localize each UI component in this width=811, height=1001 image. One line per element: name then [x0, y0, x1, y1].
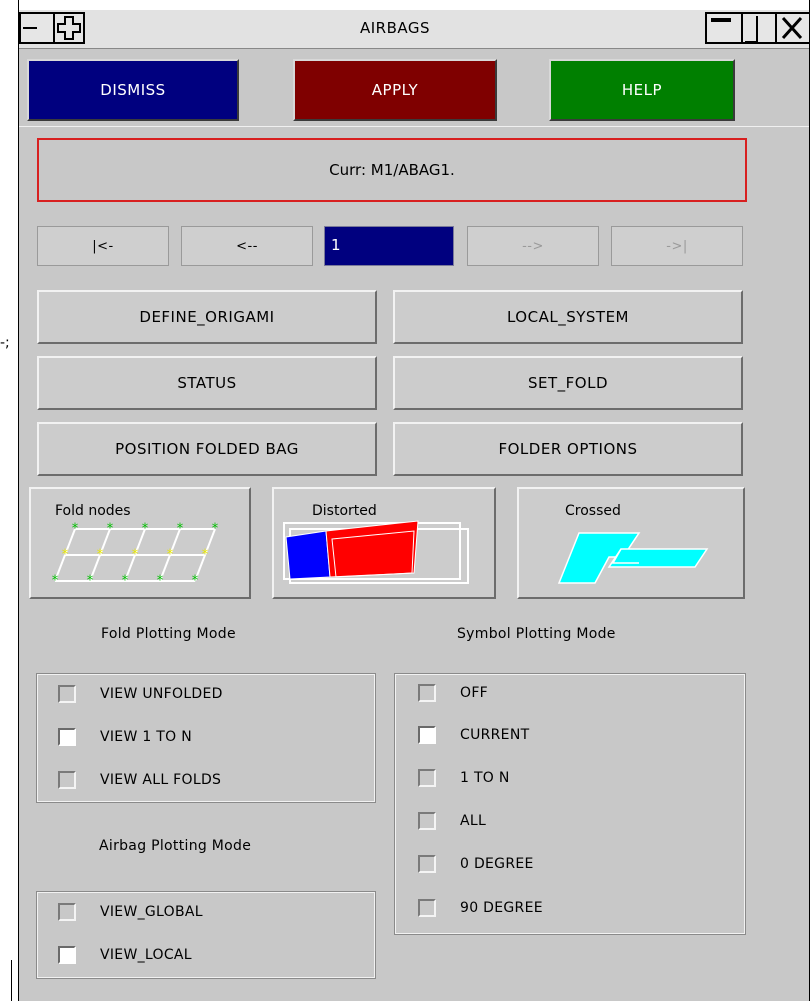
- window-menu-button[interactable]: [19, 12, 55, 44]
- svg-text:*: *: [62, 548, 69, 563]
- fold-nodes-button[interactable]: Fold nodes * * * * * * * * * * * * * * *: [29, 487, 251, 599]
- option-label: 90 DEGREE: [460, 900, 543, 916]
- menu-dash-icon: [23, 27, 37, 29]
- maximize-icon: [745, 16, 758, 43]
- symbol-option-current[interactable]: CURRENT: [418, 724, 529, 746]
- checkbox[interactable]: [418, 684, 436, 702]
- checkbox[interactable]: [418, 855, 436, 873]
- symbol-option-off[interactable]: OFF: [418, 682, 488, 704]
- svg-text:*: *: [122, 574, 129, 589]
- set-fold-button[interactable]: SET_FOLD: [393, 356, 743, 410]
- last-button[interactable]: ->|: [611, 226, 743, 266]
- current-index-field[interactable]: 1: [324, 226, 454, 266]
- fold-option-view-1-to-n[interactable]: VIEW 1 TO N: [58, 726, 192, 748]
- title-bar[interactable]: AIRBAGS: [19, 10, 809, 49]
- fold-option-view-all-folds[interactable]: VIEW ALL FOLDS: [58, 769, 221, 791]
- airbag-option-view-global[interactable]: VIEW_GLOBAL: [58, 901, 203, 923]
- airbag-plotting-heading: Airbag Plotting Mode: [99, 838, 252, 854]
- folder-options-button[interactable]: FOLDER OPTIONS: [393, 422, 743, 476]
- dismiss-button[interactable]: DISMISS: [27, 59, 239, 121]
- checkbox[interactable]: [58, 946, 76, 964]
- option-label: VIEW 1 TO N: [100, 729, 192, 745]
- help-button[interactable]: HELP: [549, 59, 735, 121]
- svg-text:*: *: [202, 548, 209, 563]
- symbol-plotting-heading: Symbol Plotting Mode: [457, 626, 616, 642]
- checkbox[interactable]: [418, 769, 436, 787]
- checkbox[interactable]: [58, 771, 76, 789]
- position-folded-bag-button[interactable]: POSITION FOLDED BAG: [37, 422, 377, 476]
- symbol-option-all[interactable]: ALL: [418, 810, 486, 832]
- svg-text:*: *: [212, 522, 219, 537]
- first-button[interactable]: |<-: [37, 226, 169, 266]
- fold-nodes-label: Fold nodes: [55, 503, 131, 519]
- move-button[interactable]: [53, 12, 85, 44]
- status-button[interactable]: STATUS: [37, 356, 377, 410]
- maximize-button[interactable]: [741, 12, 777, 44]
- option-label: ALL: [460, 813, 487, 829]
- minimize-button[interactable]: [705, 12, 743, 44]
- svg-text:*: *: [107, 522, 114, 537]
- option-label: CURRENT: [460, 727, 530, 743]
- svg-text:*: *: [192, 574, 199, 589]
- close-icon: [781, 16, 803, 40]
- define-origami-button[interactable]: DEFINE_ORIGAMI: [37, 290, 377, 344]
- symbol-plotting-group: OFF CURRENT 1 TO N ALL 0 DEGREE 90 DEGRE…: [394, 673, 746, 935]
- background-edge: [11, 960, 12, 1001]
- previous-button[interactable]: <--: [181, 226, 313, 266]
- symbol-option-90-degree[interactable]: 90 DEGREE: [418, 897, 543, 919]
- svg-text:*: *: [72, 522, 79, 537]
- separator: [19, 126, 809, 127]
- checkbox[interactable]: [418, 812, 436, 830]
- close-button[interactable]: [775, 12, 809, 44]
- svg-text:*: *: [177, 522, 184, 537]
- minimize-icon: [711, 18, 731, 22]
- airbag-option-view-local[interactable]: VIEW_LOCAL: [58, 944, 192, 966]
- airbags-window: AIRBAGS DISMISS APPLY HELP Curr: M1/ABAG…: [18, 0, 810, 1001]
- checkbox[interactable]: [418, 899, 436, 917]
- stray-text: -;: [0, 335, 10, 351]
- move-cross-icon: [57, 16, 81, 40]
- distorted-button[interactable]: Distorted: [272, 487, 496, 599]
- svg-text:*: *: [167, 548, 174, 563]
- local-system-button[interactable]: LOCAL_SYSTEM: [393, 290, 743, 344]
- option-label: 0 DEGREE: [460, 856, 534, 872]
- svg-text:*: *: [132, 548, 139, 563]
- option-label: VIEW UNFOLDED: [100, 686, 223, 702]
- crossed-button[interactable]: Crossed: [517, 487, 745, 599]
- crossed-icon: [557, 532, 709, 584]
- option-label: 1 TO N: [460, 770, 510, 786]
- symbol-option-0-degree[interactable]: 0 DEGREE: [418, 853, 534, 875]
- svg-text:*: *: [97, 548, 104, 563]
- option-label: VIEW_GLOBAL: [100, 904, 203, 920]
- option-label: VIEW_LOCAL: [100, 947, 192, 963]
- option-label: VIEW ALL FOLDS: [100, 772, 222, 788]
- fold-plotting-heading: Fold Plotting Mode: [101, 626, 236, 642]
- svg-text:*: *: [52, 574, 59, 589]
- fold-nodes-icon: * * * * * * * * * * * * * * *: [52, 522, 219, 589]
- apply-button[interactable]: APPLY: [293, 59, 497, 121]
- distorted-icon: [283, 520, 469, 584]
- airbag-plotting-group: VIEW_GLOBAL VIEW_LOCAL: [36, 891, 376, 979]
- crossed-label: Crossed: [565, 503, 621, 519]
- svg-text:*: *: [157, 574, 164, 589]
- option-label: OFF: [460, 685, 489, 701]
- checkbox[interactable]: [58, 903, 76, 921]
- next-button[interactable]: -->: [467, 226, 599, 266]
- fold-plotting-group: VIEW UNFOLDED VIEW 1 TO N VIEW ALL FOLDS: [36, 673, 376, 803]
- checkbox[interactable]: [58, 685, 76, 703]
- svg-text:*: *: [142, 522, 149, 537]
- symbol-option-1-to-n[interactable]: 1 TO N: [418, 767, 510, 789]
- fold-option-view-unfolded[interactable]: VIEW UNFOLDED: [58, 683, 223, 705]
- window-title: AIRBAGS: [359, 19, 431, 37]
- current-airbag-display: Curr: M1/ABAG1.: [37, 138, 747, 202]
- checkbox[interactable]: [418, 726, 436, 744]
- checkbox[interactable]: [58, 728, 76, 746]
- svg-text:*: *: [87, 574, 94, 589]
